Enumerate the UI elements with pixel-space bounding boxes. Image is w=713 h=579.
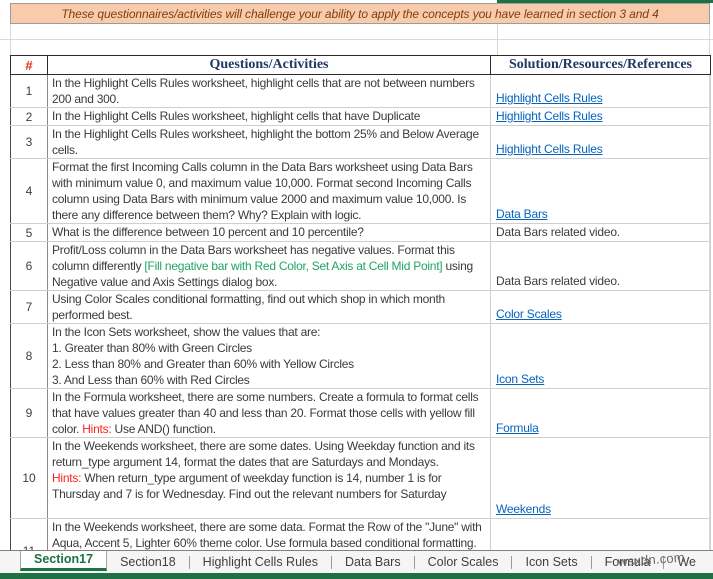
header-cell-solution[interactable]: Solution/Resources/References [491,56,711,75]
table-row: 8In the Icon Sets worksheet, show the va… [11,324,711,389]
question-segment: In the Highlight Cells Rules worksheet, … [52,109,420,123]
solution-cell[interactable]: Highlight Cells Rules [491,126,711,159]
solution-cell[interactable]: Formula [491,389,711,438]
question-segment: Using Color Scales conditional formattin… [52,292,448,322]
row-number-cell[interactable]: 9 [11,389,48,438]
question-cell[interactable]: In the Highlight Cells Rules worksheet, … [48,75,491,108]
table-row: 11In the Weekends worksheet, there are s… [11,519,711,551]
solution-cell[interactable]: Highlight Cells Rules [491,108,711,126]
solution-text: Data Bars related video. [496,225,620,239]
row-number-cell[interactable]: 7 [11,291,48,324]
question-cell[interactable]: What is the difference between 10 percen… [48,224,491,242]
table-row: 10In the Weekends worksheet, there are s… [11,438,711,519]
excel-window: These questionnaires/activities will cha… [0,0,713,579]
header-row: # Questions/Activities Solution/Resource… [11,56,711,75]
sheet-tab-icon-sets[interactable]: Icon Sets [512,551,590,573]
solution-link[interactable]: Data Bars [496,207,548,221]
solution-cell[interactable]: Icon Sets [491,324,711,389]
header-cell-questions[interactable]: Questions/Activities [48,56,491,75]
solution-cell[interactable]: Data Bars [491,159,711,224]
row-number-cell[interactable]: 2 [11,108,48,126]
solution-text: Data Bars related video. [496,274,620,288]
table-row: 5 What is the difference between 10 perce… [11,224,711,242]
table-row: 2 In the Highlight Cells Rules worksheet,… [11,108,711,126]
question-cell[interactable]: In the Highlight Cells Rules worksheet, … [48,126,491,159]
gridline-vertical [10,24,11,55]
question-cell[interactable]: In the Weekends worksheet, there are som… [48,438,491,519]
question-cell[interactable]: Format the first Incoming Calls column i… [48,159,491,224]
table-row: 1In the Highlight Cells Rules worksheet,… [11,75,711,108]
solution-link[interactable]: Highlight Cells Rules [496,109,603,123]
gridline-horizontal [0,39,713,40]
question-segment: What is the difference between 10 percen… [52,225,364,239]
banner-cell[interactable]: These questionnaires/activities will cha… [10,3,710,24]
row-number-cell[interactable]: 5 [11,224,48,242]
solution-link[interactable]: Color Scales [496,307,562,321]
solution-cell[interactable]: Highlight Cells Rules [491,75,711,108]
sheet-tab-bar: Section17Section18Highlight Cells RulesD… [0,550,713,573]
solution-link[interactable]: Highlight Cells Rules [496,91,603,105]
question-segment-green: [Fill negative bar with Red Color, Set A… [144,259,442,273]
header-cell-number[interactable]: # [11,56,48,75]
table-body: 1In the Highlight Cells Rules worksheet,… [11,75,711,551]
question-segment: Format the first Incoming Calls column i… [52,160,476,222]
sheet-tab-highlight-cells-rules[interactable]: Highlight Cells Rules [190,551,331,573]
question-cell[interactable]: In the Weekends worksheet, there are som… [48,519,491,551]
row-number-cell[interactable]: 4 [11,159,48,224]
solution-cell[interactable]: Color Scales [491,291,711,324]
gridline-vertical [497,24,498,55]
solution-cell[interactable]: Weekends [491,438,711,519]
question-segment: When return_type argument of weekday fun… [52,471,446,501]
solution-cell[interactable] [491,519,711,551]
question-cell[interactable]: In the Formula worksheet, there are some… [48,389,491,438]
row-number-cell[interactable]: 11 [11,519,48,551]
row-number-cell[interactable]: 8 [11,324,48,389]
questions-table: # Questions/Activities Solution/Resource… [10,55,711,550]
question-segment-red: Hints: [82,422,111,436]
question-segment: In the Weekends worksheet, there are som… [52,439,478,469]
sheet-tab-data-bars[interactable]: Data Bars [332,551,414,573]
sheet-tab-section17[interactable]: Section17 [20,550,107,571]
solution-cell[interactable]: Data Bars related video. [491,242,711,291]
question-segment: In the Weekends worksheet, there are som… [52,520,484,550]
table-row: 3In the Highlight Cells Rules worksheet,… [11,126,711,159]
sheet-tab-section18[interactable]: Section18 [107,551,189,573]
row-number-cell[interactable]: 6 [11,242,48,291]
row-number-cell[interactable]: 1 [11,75,48,108]
table-row: 9In the Formula worksheet, there are som… [11,389,711,438]
solution-link[interactable]: Formula [496,421,539,435]
row-number-cell[interactable]: 10 [11,438,48,519]
row-number-cell[interactable]: 3 [11,126,48,159]
solution-link[interactable]: Icon Sets [496,372,544,386]
table-row: 4Format the first Incoming Calls column … [11,159,711,224]
question-segment: Use AND() function. [111,422,215,436]
table-row: 6Profit/Loss column in the Data Bars wor… [11,242,711,291]
question-cell[interactable]: In the Icon Sets worksheet, show the val… [48,324,491,389]
solution-link[interactable]: Weekends [496,502,551,516]
question-segment: In the Highlight Cells Rules worksheet, … [52,76,478,106]
question-cell[interactable]: Using Color Scales conditional formattin… [48,291,491,324]
solution-link[interactable]: Highlight Cells Rules [496,142,603,156]
question-segment-red: Hints: [52,471,81,485]
question-cell[interactable]: Profit/Loss column in the Data Bars work… [48,242,491,291]
worksheet-area: These questionnaires/activities will cha… [0,0,713,550]
question-cell[interactable]: In the Highlight Cells Rules worksheet, … [48,108,491,126]
question-segment: In the Highlight Cells Rules worksheet, … [52,127,482,157]
status-bar-green [0,573,713,579]
question-segment: In the Icon Sets worksheet, show the val… [52,325,354,387]
table-row: 7Using Color Scales conditional formatti… [11,291,711,324]
solution-cell[interactable]: Data Bars related video. [491,224,711,242]
sheet-tab-color-scales[interactable]: Color Scales [415,551,512,573]
